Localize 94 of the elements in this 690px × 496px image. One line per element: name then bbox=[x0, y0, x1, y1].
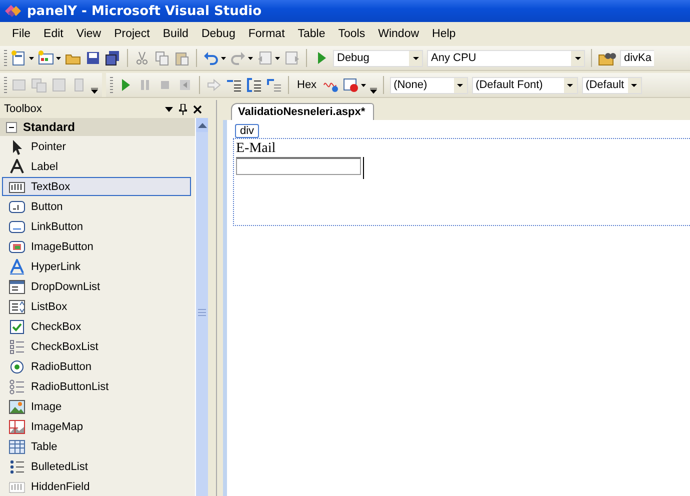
toolbox-item[interactable]: Pointer bbox=[2, 137, 191, 156]
caret-icon[interactable] bbox=[248, 56, 253, 60]
toolbox-item[interactable]: Button bbox=[2, 197, 191, 216]
menu-item[interactable]: Window bbox=[372, 26, 426, 42]
find-in-files-icon[interactable] bbox=[598, 50, 616, 66]
step-over-icon[interactable] bbox=[246, 77, 262, 93]
menu-item[interactable]: Table bbox=[292, 26, 332, 42]
listbox-icon bbox=[9, 298, 25, 314]
document-tab[interactable]: ValidatioNesneleri.aspx* bbox=[231, 103, 374, 120]
hyperlink-icon bbox=[9, 258, 25, 274]
save-all-icon[interactable] bbox=[105, 50, 121, 66]
letter-a-icon bbox=[9, 158, 25, 174]
menu-item[interactable]: Help bbox=[426, 26, 462, 42]
toolbox-item[interactable]: RadioButton bbox=[2, 357, 191, 376]
scrollbar[interactable] bbox=[195, 118, 208, 496]
font-size-dropdown[interactable]: (Default bbox=[582, 76, 642, 94]
restart-icon[interactable] bbox=[177, 77, 193, 93]
toolbox-item[interactable]: CheckBoxList bbox=[2, 337, 191, 356]
menu-item[interactable]: Debug bbox=[195, 26, 242, 42]
button-icon bbox=[9, 198, 25, 214]
toolbox-item[interactable]: CheckBox bbox=[2, 317, 191, 336]
scroll-grip-icon[interactable] bbox=[198, 309, 206, 316]
new-project-icon[interactable] bbox=[11, 50, 27, 66]
dropdown-list-icon bbox=[9, 278, 25, 294]
toolbox-item[interactable]: TextBox bbox=[2, 177, 191, 196]
caret-icon[interactable] bbox=[360, 84, 366, 86]
copy-icon[interactable] bbox=[154, 50, 170, 66]
menu-item[interactable]: Tools bbox=[332, 26, 372, 42]
breakpoint-window-icon[interactable] bbox=[342, 77, 359, 93]
text-cursor bbox=[363, 157, 364, 179]
caret-icon bbox=[631, 84, 638, 86]
menu-item[interactable]: View bbox=[70, 26, 108, 42]
block-format-dropdown[interactable]: (None) bbox=[390, 76, 468, 94]
input-field[interactable] bbox=[236, 157, 361, 175]
toolbox-item[interactable]: Label bbox=[2, 157, 191, 176]
menu-item[interactable]: Edit bbox=[38, 26, 70, 42]
platform-dropdown[interactable]: Any CPU bbox=[427, 50, 585, 66]
configuration-dropdown[interactable]: Debug bbox=[333, 50, 423, 66]
caret-icon bbox=[457, 84, 464, 86]
app-logo-icon bbox=[4, 4, 22, 18]
overflow-icon[interactable] bbox=[91, 88, 98, 94]
caret-icon[interactable] bbox=[221, 56, 226, 60]
image-button-icon bbox=[9, 238, 25, 254]
pin-icon[interactable] bbox=[179, 104, 187, 114]
caret-icon bbox=[412, 56, 418, 60]
toolbox-item[interactable]: ImageButton bbox=[2, 237, 191, 256]
field-label: E-Mail bbox=[236, 141, 277, 157]
toolbox-item[interactable]: Image bbox=[2, 397, 191, 416]
toolbox-item[interactable]: HyperLink bbox=[2, 257, 191, 276]
table-icon bbox=[9, 438, 25, 454]
scroll-up-icon[interactable] bbox=[198, 122, 206, 128]
radio-button-icon bbox=[9, 358, 25, 374]
menu-item[interactable]: Format bbox=[242, 26, 291, 42]
collapse-icon[interactable] bbox=[6, 122, 17, 132]
caret-icon[interactable] bbox=[275, 56, 280, 60]
cut-icon[interactable] bbox=[134, 50, 150, 66]
caret-icon bbox=[574, 56, 580, 60]
toolbox-item[interactable]: RadioButtonList bbox=[2, 377, 191, 396]
element-tag: div bbox=[235, 124, 260, 138]
caret-icon bbox=[567, 84, 574, 86]
link-button-icon bbox=[9, 218, 25, 234]
toolbox-item[interactable]: LinkButton bbox=[2, 217, 191, 236]
find-field[interactable]: divKa bbox=[620, 50, 654, 66]
radio-list-icon bbox=[9, 378, 25, 394]
step-into-icon[interactable] bbox=[226, 77, 242, 93]
caret-icon[interactable] bbox=[56, 56, 61, 60]
toolbox-group-header[interactable]: Standard bbox=[0, 118, 195, 136]
toolbox-item[interactable]: DropDownList bbox=[2, 277, 191, 296]
image-map-icon bbox=[9, 418, 25, 434]
menu-item[interactable]: File bbox=[6, 26, 37, 42]
close-icon[interactable] bbox=[193, 104, 202, 114]
bulleted-list-icon bbox=[9, 458, 25, 474]
undo-icon[interactable] bbox=[203, 50, 219, 66]
menu-item[interactable]: Build bbox=[156, 26, 194, 42]
toolbox-item[interactable]: ImageMap bbox=[2, 417, 191, 436]
checkbox-list-icon bbox=[9, 338, 25, 354]
paste-icon[interactable] bbox=[174, 50, 190, 66]
step-out-icon[interactable] bbox=[266, 77, 282, 93]
caret-icon[interactable] bbox=[29, 56, 34, 60]
toolbox-item[interactable]: HiddenField bbox=[2, 477, 191, 496]
overflow-icon[interactable] bbox=[370, 88, 377, 94]
menu-item[interactable]: Project bbox=[108, 26, 156, 42]
dropdown-icon[interactable] bbox=[165, 106, 173, 112]
font-name-dropdown[interactable]: (Default Font) bbox=[472, 76, 578, 94]
toolbox-item[interactable]: Table bbox=[2, 437, 191, 456]
toolbox-item[interactable]: BulletedList bbox=[2, 457, 191, 476]
panel-title: Toolbox bbox=[4, 103, 43, 115]
toolbox-item[interactable]: ListBox bbox=[2, 297, 191, 316]
add-item-icon[interactable] bbox=[38, 50, 54, 66]
save-icon[interactable] bbox=[85, 50, 101, 66]
hex-button[interactable]: Hex bbox=[295, 79, 319, 91]
window-title: panelY - Microsoft Visual Studio bbox=[27, 4, 262, 18]
checkbox-icon bbox=[9, 318, 25, 334]
image-icon bbox=[9, 398, 25, 414]
